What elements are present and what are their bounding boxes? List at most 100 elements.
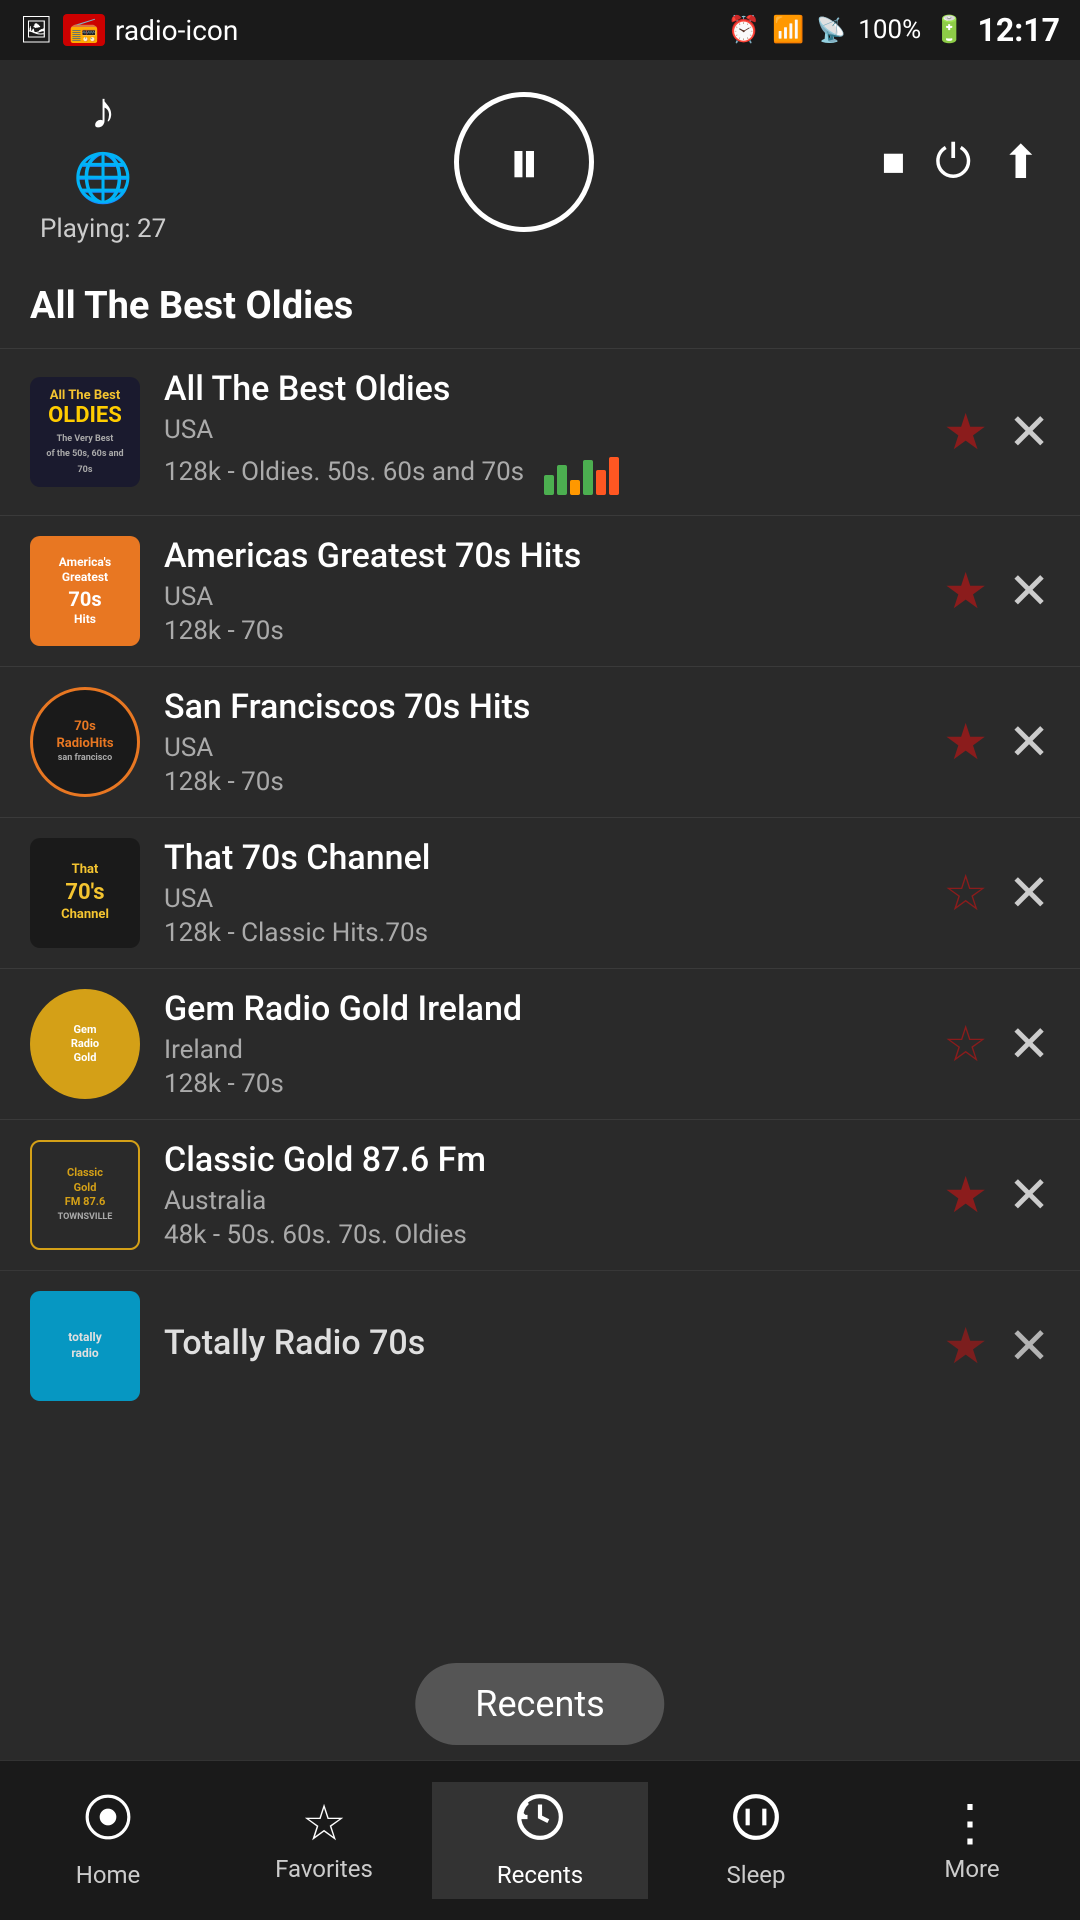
station-name: Americas Greatest 70s Hits <box>164 536 943 576</box>
station-item[interactable]: America'sGreatest70sHits Americas Greate… <box>0 515 1080 666</box>
status-bar: 🖼 📻 radio-icon ⏰ 📶 📡 100% 🔋 12:17 <box>0 0 1080 60</box>
station-item[interactable]: totallyradio Totally Radio 70s ★ ✕ <box>0 1270 1080 1421</box>
player-right-controls: ⏹ ⏻ ⬆ <box>882 135 1040 190</box>
notification-count: radio-icon <box>115 14 238 47</box>
pause-button[interactable]: ⏸ <box>454 92 594 232</box>
radio-app-icon: 📻 <box>63 14 105 46</box>
favorite-button[interactable]: ★ <box>943 1317 988 1376</box>
favorite-button[interactable]: ★ <box>943 403 988 462</box>
bottom-navigation: Home ☆ Favorites Recents Sleep ⋮ More <box>0 1760 1080 1920</box>
status-right: ⏰ 📶 📡 100% 🔋 12:17 <box>728 11 1060 49</box>
station-name: Totally Radio 70s <box>164 1323 943 1363</box>
station-bitrate: 128k - 70s <box>164 1069 943 1099</box>
station-actions: ☆ ✕ <box>943 864 1050 923</box>
station-name: That 70s Channel <box>164 838 943 878</box>
wifi-icon: 📶 <box>772 15 804 45</box>
remove-button[interactable]: ✕ <box>1008 864 1050 923</box>
station-item[interactable]: That70'sChannel That 70s Channel USA 128… <box>0 817 1080 968</box>
nav-label-recents: Recents <box>497 1861 583 1889</box>
nav-item-sleep[interactable]: Sleep <box>648 1782 864 1899</box>
player-center: ⏸ <box>454 92 594 232</box>
station-info: Classic Gold 87.6 Fm Australia 48k - 50s… <box>164 1140 943 1250</box>
stop-icon[interactable]: ⏹ <box>882 135 905 190</box>
station-info: Americas Greatest 70s Hits USA 128k - 70… <box>164 536 943 646</box>
station-item[interactable]: GemRadioGold Gem Radio Gold Ireland Irel… <box>0 968 1080 1119</box>
section-title-container: All The Best Oldies <box>0 274 1080 348</box>
station-info: All The Best Oldies USA 128k - Oldies. 5… <box>164 369 943 495</box>
station-logo: America'sGreatest70sHits <box>30 536 140 646</box>
player-header: ♪ 🌐 Playing: 27 ⏸ ⏹ ⏻ ⬆ <box>0 60 1080 274</box>
nav-label-more: More <box>944 1855 999 1883</box>
home-icon <box>83 1792 133 1855</box>
station-info: Gem Radio Gold Ireland Ireland 128k - 70… <box>164 989 943 1099</box>
remove-button[interactable]: ✕ <box>1008 1317 1050 1376</box>
station-bitrate: 128k - 70s <box>164 616 943 646</box>
remove-button[interactable]: ✕ <box>1008 1015 1050 1074</box>
favorite-button[interactable]: ★ <box>943 1166 988 1225</box>
nav-item-recents[interactable]: Recents <box>432 1782 648 1899</box>
page-title: All The Best Oldies <box>30 284 1050 328</box>
nav-item-home[interactable]: Home <box>0 1782 216 1899</box>
signal-icon: 📡 <box>816 16 846 44</box>
station-info: That 70s Channel USA 128k - Classic Hits… <box>164 838 943 948</box>
station-actions: ★ ✕ <box>943 713 1050 772</box>
station-bitrate: 128k - Classic Hits.70s <box>164 918 943 948</box>
station-name: Classic Gold 87.6 Fm <box>164 1140 943 1180</box>
station-country: USA <box>164 415 943 445</box>
favorites-star-icon: ☆ <box>302 1799 347 1849</box>
more-dots-icon: ⋮ <box>945 1799 999 1849</box>
station-country: Ireland <box>164 1035 943 1065</box>
station-list: All The BestOLDIES The Very Bestof the 5… <box>0 348 1080 1421</box>
nav-item-more[interactable]: ⋮ More <box>864 1789 1080 1893</box>
station-bitrate: 128k - Oldies. 50s. 60s and 70s <box>164 457 524 487</box>
station-actions: ★ ✕ <box>943 1317 1050 1376</box>
station-info: San Franciscos 70s Hits USA 128k - 70s <box>164 687 943 797</box>
station-item[interactable]: All The BestOLDIES The Very Bestof the 5… <box>0 348 1080 515</box>
remove-button[interactable]: ✕ <box>1008 403 1050 462</box>
station-logo: ClassicGoldFM 87.6TOWNSVILLE <box>30 1140 140 1250</box>
favorite-button[interactable]: ★ <box>943 713 988 772</box>
station-actions: ★ ✕ <box>943 562 1050 621</box>
photo-icon: 🖼 <box>20 15 53 45</box>
nav-label-home: Home <box>76 1861 141 1889</box>
clock-time: 12:17 <box>978 11 1060 49</box>
status-left: 🖼 📻 radio-icon <box>20 14 238 47</box>
battery-icon: 🔋 <box>933 15 965 45</box>
station-country: USA <box>164 884 943 914</box>
equalizer-bars <box>544 455 619 495</box>
station-actions: ★ ✕ <box>943 1166 1050 1225</box>
music-icon[interactable]: ♪ <box>90 80 116 141</box>
station-country: Australia <box>164 1186 943 1216</box>
station-item[interactable]: 70sRadioHitssan francisco San Franciscos… <box>0 666 1080 817</box>
recents-icon <box>515 1792 565 1855</box>
nav-item-favorites[interactable]: ☆ Favorites <box>216 1789 432 1893</box>
nav-label-favorites: Favorites <box>275 1855 373 1883</box>
favorite-button[interactable]: ☆ <box>943 864 988 923</box>
station-bitrate: 128k - 70s <box>164 767 943 797</box>
power-icon[interactable]: ⏻ <box>935 135 971 190</box>
station-info: Totally Radio 70s <box>164 1323 943 1369</box>
remove-button[interactable]: ✕ <box>1008 562 1050 621</box>
favorite-button[interactable]: ☆ <box>943 1015 988 1074</box>
battery-percent: 100% <box>858 15 921 45</box>
station-name: Gem Radio Gold Ireland <box>164 989 943 1029</box>
station-actions: ★ ✕ <box>943 403 1050 462</box>
share-icon[interactable]: ⬆ <box>1001 135 1040 190</box>
favorite-button[interactable]: ★ <box>943 562 988 621</box>
station-logo: GemRadioGold <box>30 989 140 1099</box>
remove-button[interactable]: ✕ <box>1008 1166 1050 1225</box>
station-country: USA <box>164 582 943 612</box>
globe-icon[interactable]: 🌐 <box>73 149 133 206</box>
station-logo: totallyradio <box>30 1291 140 1401</box>
alarm-icon: ⏰ <box>728 15 760 45</box>
station-logo: That70'sChannel <box>30 838 140 948</box>
remove-button[interactable]: ✕ <box>1008 713 1050 772</box>
sleep-icon <box>731 1792 781 1855</box>
station-item[interactable]: ClassicGoldFM 87.6TOWNSVILLE Classic Gol… <box>0 1119 1080 1270</box>
station-country: USA <box>164 733 943 763</box>
station-actions: ☆ ✕ <box>943 1015 1050 1074</box>
recents-tooltip: Recents <box>415 1663 664 1745</box>
nav-label-sleep: Sleep <box>726 1861 785 1889</box>
pause-icon: ⏸ <box>508 125 540 200</box>
station-logo: 70sRadioHitssan francisco <box>30 687 140 797</box>
